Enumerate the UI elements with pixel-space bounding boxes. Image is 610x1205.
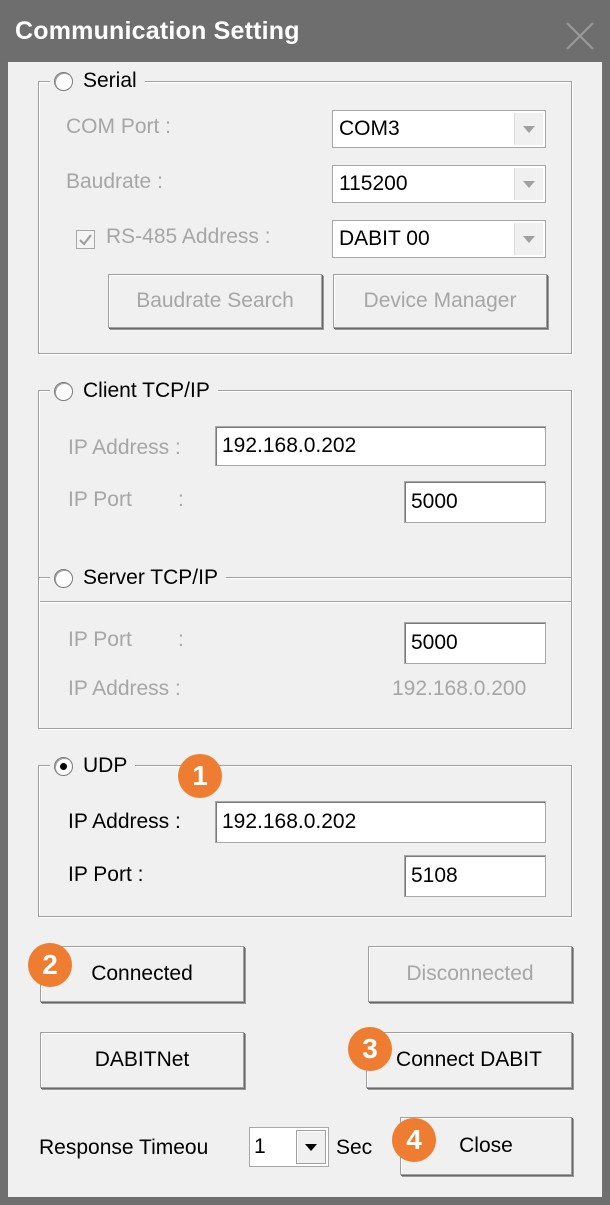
dabitnet-button[interactable]: DABITNet [40,1032,244,1088]
udp-radio[interactable] [54,756,73,776]
server-ip-port-colon: : [178,628,184,651]
chevron-down-icon[interactable] [514,168,543,200]
connected-button[interactable]: Connected [40,946,244,1002]
annotation-badge-3: 3 [348,1027,392,1071]
server-ip-address-value: 192.168.0.200 [392,677,527,700]
annotation-badge-1: 1 [178,754,222,798]
server-ip-address-label: IP Address : [68,677,181,700]
rs485-label: RS-485 Address : [106,225,271,248]
chevron-down-icon[interactable] [296,1130,326,1164]
baudrate-search-button[interactable]: Baudrate Search [108,274,322,328]
chevron-down-icon[interactable] [514,223,543,255]
serial-radio[interactable] [54,71,73,91]
serial-label: Serial [83,69,137,92]
dialog-body: Serial COM Port : COM3 Baudrate : 115200… [8,62,602,1197]
udp-ip-port-label: IP Port : [68,863,144,886]
rs485-select[interactable]: DABIT 00 [332,220,546,258]
baudrate-value: 115200 [339,172,408,195]
udp-ip-address-field[interactable]: 192.168.0.202 [215,801,546,843]
udp-ip-address-label: IP Address : [68,810,181,833]
baudrate-select[interactable]: 115200 [332,165,546,203]
server-tcp-legend[interactable]: Server TCP/IP [50,563,226,593]
connect-dabit-button[interactable]: Connect DABIT [366,1032,572,1088]
baudrate-label: Baudrate : [66,170,163,193]
udp-ip-port-field[interactable]: 5108 [404,855,546,897]
window-title: Communication Setting [15,17,300,45]
client-ip-port-label: IP Port [68,488,132,511]
client-tcp-legend[interactable]: Client TCP/IP [50,376,218,406]
title-bar: Communication Setting [0,0,610,62]
response-timeout-value: 1 [254,1135,266,1158]
disconnected-button[interactable]: Disconnected [368,946,572,1002]
server-ip-port-field[interactable]: 5000 [404,622,546,664]
udp-legend[interactable]: UDP [50,751,136,781]
check-icon [79,234,92,246]
com-port-label: COM Port : [66,115,172,138]
annotation-badge-4: 4 [392,1118,436,1162]
response-timeout-select[interactable]: 1 [249,1127,329,1167]
close-icon[interactable] [564,20,596,52]
device-manager-button[interactable]: Device Manager [333,274,547,328]
udp-label: UDP [83,754,128,777]
client-ip-port-field[interactable]: 5000 [404,481,546,523]
chevron-down-icon[interactable] [514,113,543,145]
client-ip-address-label: IP Address : [68,436,181,459]
client-tcp-label: Client TCP/IP [83,379,210,402]
client-ip-port-colon: : [178,488,184,511]
server-tcp-label: Server TCP/IP [83,566,218,589]
annotation-badge-2: 2 [28,943,72,987]
rs485-value: DABIT 00 [339,227,430,250]
com-port-select[interactable]: COM3 [332,110,546,148]
response-timeout-label: Response Timeou [39,1136,209,1159]
client-ip-address-field[interactable]: 192.168.0.202 [215,426,546,466]
timeout-unit-label: Sec [336,1136,373,1159]
client-tcp-radio[interactable] [54,381,73,401]
server-tcp-radio[interactable] [54,568,73,588]
rs485-checkbox[interactable] [76,230,95,249]
server-ip-port-label: IP Port [68,628,132,651]
com-port-value: COM3 [339,117,400,140]
serial-legend[interactable]: Serial [50,66,145,96]
